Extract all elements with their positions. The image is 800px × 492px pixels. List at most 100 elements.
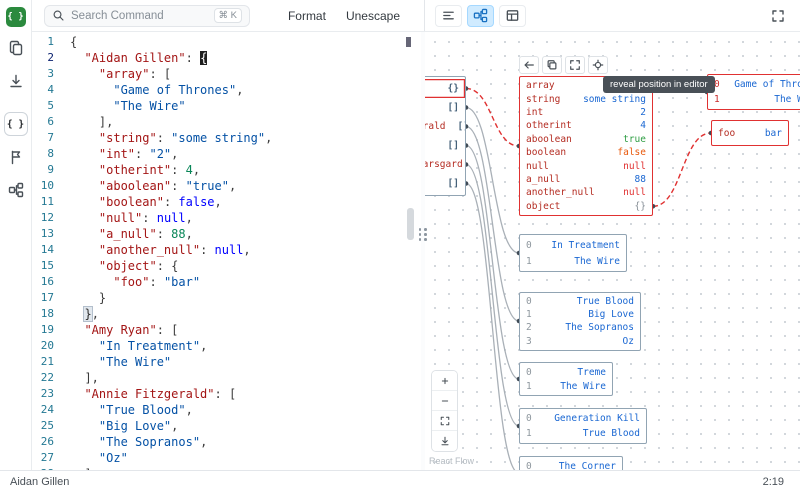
code-line[interactable]: "The Sopranos", [70,434,421,450]
editor-code[interactable]: { "Aidan Gillen": { "array": [ "Game of … [66,32,421,470]
node-index: 1 [526,381,532,392]
graph-node-root[interactable]: Aidan Gillen{}Amy Ryan[]Annie Fitzgerald… [425,76,466,196]
code-line[interactable]: }, [70,306,421,322]
table-view-button[interactable] [499,5,526,27]
code-token: : [171,179,185,193]
code-line[interactable]: "null": null, [70,210,421,226]
code-line[interactable]: "aboolean": "true", [70,178,421,194]
code-line[interactable]: "Game of Thrones", [70,82,421,98]
code-line[interactable]: "True Blood", [70,402,421,418]
zoom-out-icon[interactable] [432,391,457,411]
graph-node-annie-fitzgerald[interactable]: 0True Blood1Big Love2The Sopranos3Oz [519,292,641,351]
code-line[interactable]: "boolean": false, [70,194,421,210]
line-number: 12 [32,210,54,226]
node-key: another_null [526,187,595,198]
line-number: 21 [32,354,54,370]
graph-node-alexander-skarsgard[interactable]: 0Generation Kill1True Blood [519,408,647,444]
node-row: 1True Blood [520,426,646,441]
flag-icon[interactable] [4,145,28,169]
back-icon[interactable] [519,56,539,74]
search-input[interactable]: Search Command ⌘ K [44,5,250,27]
list-view-button[interactable] [435,5,462,27]
unescape-button[interactable]: Unescape [346,9,400,23]
graph-node-amy-ryan[interactable]: 0In Treatment1The Wire [519,234,627,272]
code-line[interactable]: "Amy Ryan": [ [70,322,421,338]
code-line[interactable]: "Oz" [70,450,421,466]
download-icon[interactable] [4,69,28,93]
maximize-icon[interactable] [565,56,585,74]
fullscreen-button[interactable] [770,8,786,24]
code-token: : [164,195,178,209]
code-token [70,371,84,385]
node-index: 1 [526,428,532,439]
code-line[interactable]: ], [70,114,421,130]
fullscreen-icon [770,8,786,24]
code-line[interactable]: { [70,34,421,50]
code-line[interactable]: "Aidan Gillen": { [70,50,421,66]
fit-view-icon[interactable] [432,411,457,431]
edge [466,165,519,427]
code-line[interactable]: "In Treatment", [70,338,421,354]
node-key: string [526,94,560,105]
code-token [70,307,84,321]
status-bar: Aidan Gillen 2:19 [0,470,800,492]
code-token: "The Wire" [113,99,185,113]
code-token: "bar" [164,275,200,289]
graph-node-selected[interactable]: arraystringsome stringint2otherint4abool… [519,76,653,216]
code-line[interactable]: "The Wire" [70,98,421,114]
braces-icon[interactable]: { } [4,112,28,136]
graph-node-aidan-array[interactable]: 0Game of Thrones1The Wire [707,74,800,110]
code-line[interactable]: "Big Love", [70,418,421,434]
graph-view-button[interactable] [467,5,494,27]
edge [466,108,519,254]
code-line[interactable]: } [70,290,421,306]
top-bar: Search Command ⌘ K Format Unescape [32,0,800,32]
node-key: Annie Fitzgerald [425,121,446,132]
format-button[interactable]: Format [288,9,326,23]
editor-gutter: 1234567891011121314151617181920212223242… [32,32,66,470]
code-token: : { [157,259,179,273]
splitter-grip-icon[interactable] [418,228,428,241]
code-line[interactable]: ], [70,370,421,386]
nodes-icon[interactable] [4,178,28,202]
app-logo[interactable]: { } [6,7,26,27]
graph-node-anwan-glover[interactable]: 0Treme1The Wire [519,362,613,396]
graph-node-alice-farmer[interactable]: 0The Corner [519,456,623,470]
editor-actions: Format Unescape [288,9,400,23]
code-line[interactable]: "Annie Fitzgerald": [ [70,386,421,402]
download-image-icon[interactable] [432,431,457,451]
code-token: , [229,179,236,193]
node-value: The Wire [560,381,606,392]
code-line[interactable]: "The Wire" [70,354,421,370]
brackets-icon: [] [448,140,459,151]
zoom-in-icon[interactable] [432,371,457,391]
line-number: 20 [32,338,54,354]
code-line[interactable]: "a_null": 88, [70,226,421,242]
code-token: "array" [99,67,150,81]
code-line[interactable]: "otherint": 4, [70,162,421,178]
editor-pane[interactable]: 1234567891011121314151617181920212223242… [32,32,421,470]
file-icon[interactable] [4,36,28,60]
code-line[interactable]: "string": "some string", [70,130,421,146]
code-line[interactable]: "int": "2", [70,146,421,162]
code-line[interactable]: "another_null": null, [70,242,421,258]
code-token: "True Blood" [99,403,186,417]
code-token: "Amy Ryan" [84,323,156,337]
editor-scrollbar[interactable] [407,208,414,240]
node-row: Aidan Gillen{} [425,79,465,98]
graph-view-icon [473,8,488,23]
pane-splitter[interactable] [421,32,425,470]
node-key: Alexander Skarsgard [425,159,463,170]
line-number: 14 [32,242,54,258]
node-value: 88 [635,174,646,185]
line-number: 11 [32,194,54,210]
graph-pane[interactable]: Aidan Gillen{}Amy Ryan[]Annie Fitzgerald… [425,32,800,470]
code-line[interactable]: "foo": "bar" [70,274,421,290]
code-line[interactable]: "object": { [70,258,421,274]
code-line[interactable]: "array": [ [70,66,421,82]
graph-node-aidan-object[interactable]: foobar [711,120,789,146]
code-token: : [200,243,214,257]
code-token [70,179,99,193]
target-icon[interactable] [588,56,608,74]
copy-icon[interactable] [542,56,562,74]
